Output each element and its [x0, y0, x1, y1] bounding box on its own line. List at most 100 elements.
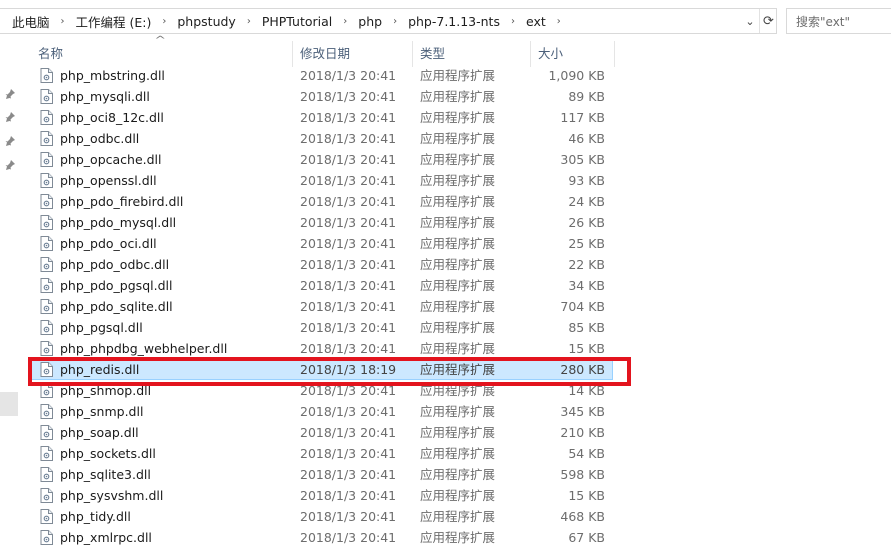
- column-name[interactable]: 名称: [38, 41, 63, 67]
- breadcrumb: 此电脑 › 工作编程 (E:) › phpstudy › PHPTutorial › php › p…: [8, 9, 568, 33]
- table-row[interactable]: php_pdo_firebird.dll 2018/1/3 20:41 应用程序扩展…: [28, 191, 613, 212]
- table-row[interactable]: php_sockets.dll 2018/1/3 20:41 应用程序扩展 54 KB: [28, 443, 613, 464]
- chevron-right-icon[interactable]: ›: [155, 16, 173, 27]
- pin-icon[interactable]: [4, 159, 16, 171]
- file-name: php_opcache.dll: [60, 152, 162, 167]
- column-divider[interactable]: [412, 41, 413, 67]
- column-size[interactable]: 大小: [538, 41, 563, 67]
- table-row[interactable]: php_pdo_mysql.dll 2018/1/3 20:41 应用程序扩展 26 …: [28, 212, 613, 233]
- file-date: 2018/1/3 20:41: [300, 131, 397, 146]
- dll-file-icon: [40, 89, 53, 104]
- file-name: php_pdo_firebird.dll: [60, 194, 184, 209]
- file-type: 应用程序扩展: [420, 215, 496, 230]
- table-row[interactable]: php_phpdbg_webhelper.dll 2018/1/3 20:41 应用…: [28, 338, 613, 359]
- dll-file-icon: [40, 194, 53, 209]
- table-row[interactable]: php_pdo_odbc.dll 2018/1/3 20:41 应用程序扩展 22 K…: [28, 254, 613, 275]
- table-row[interactable]: php_snmp.dll 2018/1/3 20:41 应用程序扩展 345 KB: [28, 401, 613, 422]
- dll-file-icon: [40, 530, 53, 545]
- table-row[interactable]: php_sysvshm.dll 2018/1/3 20:41 应用程序扩展 15 KB: [28, 485, 613, 506]
- file-date: 2018/1/3 20:41: [300, 236, 397, 251]
- table-row[interactable]: php_openssl.dll 2018/1/3 20:41 应用程序扩展 93 KB: [28, 170, 613, 191]
- file-size: 46 KB: [568, 131, 605, 146]
- file-size: 34 KB: [568, 278, 605, 293]
- file-size: 93 KB: [568, 173, 605, 188]
- breadcrumb-item[interactable]: php-7.1.13-nts ›: [404, 9, 522, 33]
- breadcrumb-label: 工作编程 (E:): [75, 14, 152, 30]
- table-row[interactable]: php_soap.dll 2018/1/3 20:41 应用程序扩展 210 KB: [28, 422, 613, 443]
- column-divider[interactable]: [530, 41, 531, 67]
- table-row[interactable]: php_sqlite3.dll 2018/1/3 20:41 应用程序扩展 598 K…: [28, 464, 613, 485]
- table-row[interactable]: php_pdo_oci.dll 2018/1/3 20:41 应用程序扩展 25 KB: [28, 233, 613, 254]
- file-date: 2018/1/3 20:41: [300, 446, 397, 461]
- file-type: 应用程序扩展: [420, 68, 496, 83]
- file-size: 54 KB: [568, 446, 605, 461]
- breadcrumb-item[interactable]: ext ›: [522, 9, 568, 33]
- file-name: php_pgsql.dll: [60, 320, 143, 335]
- file-name: php_phpdbg_webhelper.dll: [60, 341, 228, 356]
- file-size: 468 KB: [560, 509, 605, 524]
- file-size: 67 KB: [568, 530, 605, 545]
- chevron-right-icon[interactable]: ›: [54, 16, 72, 27]
- table-row[interactable]: php_opcache.dll 2018/1/3 20:41 应用程序扩展 305 K…: [28, 149, 613, 170]
- breadcrumb-item[interactable]: 工作编程 (E:) ›: [72, 9, 174, 33]
- chevron-right-icon[interactable]: ›: [504, 16, 522, 27]
- table-row[interactable]: php_tidy.dll 2018/1/3 20:41 应用程序扩展 468 KB: [28, 506, 613, 527]
- file-name: php_shmop.dll: [60, 383, 152, 398]
- file-date: 2018/1/3 20:41: [300, 152, 397, 167]
- dll-file-icon: [40, 215, 53, 230]
- table-row[interactable]: php_pdo_sqlite.dll 2018/1/3 20:41 应用程序扩展 70…: [28, 296, 613, 317]
- file-type: 应用程序扩展: [420, 278, 496, 293]
- table-row[interactable]: php_xmlrpc.dll 2018/1/3 20:41 应用程序扩展 67 KB: [28, 527, 613, 548]
- file-size: 15 KB: [568, 341, 605, 356]
- file-size: 598 KB: [560, 467, 605, 482]
- file-type: 应用程序扩展: [420, 341, 496, 356]
- breadcrumb-item[interactable]: php ›: [354, 9, 404, 33]
- table-row[interactable]: php_pdo_pgsql.dll 2018/1/3 20:41 应用程序扩展 34 …: [28, 275, 613, 296]
- file-name: php_oci8_12c.dll: [60, 110, 164, 125]
- chevron-right-icon[interactable]: ›: [550, 16, 568, 27]
- chevron-right-icon[interactable]: ›: [336, 16, 354, 27]
- table-row[interactable]: php_mbstring.dll 2018/1/3 20:41 应用程序扩展 1,09…: [28, 65, 613, 86]
- table-row-selected[interactable]: php_redis.dll 2018/1/3 18:19 应用程序扩展 280 KB: [28, 359, 613, 380]
- refresh-icon: ⟳: [763, 13, 774, 29]
- file-type: 应用程序扩展: [420, 110, 496, 125]
- breadcrumb-item[interactable]: PHPTutorial ›: [258, 9, 354, 33]
- dll-file-icon: [40, 110, 53, 125]
- column-date[interactable]: 修改日期: [300, 41, 350, 67]
- table-row[interactable]: php_pgsql.dll 2018/1/3 20:41 应用程序扩展 85 KB: [28, 317, 613, 338]
- breadcrumb-item[interactable]: phpstudy ›: [173, 9, 257, 33]
- file-date: 2018/1/3 20:41: [300, 110, 397, 125]
- dll-file-icon: [40, 299, 53, 314]
- pin-icon[interactable]: [4, 88, 16, 100]
- search-input[interactable]: 搜索"ext": [786, 8, 891, 34]
- file-size: 345 KB: [560, 404, 605, 419]
- dll-file-icon: [40, 152, 53, 167]
- chevron-right-icon[interactable]: ›: [386, 16, 404, 27]
- file-type: 应用程序扩展: [420, 299, 496, 314]
- chevron-right-icon[interactable]: ›: [240, 16, 258, 27]
- pin-icon[interactable]: [4, 135, 16, 147]
- navigation-pane: [0, 40, 22, 555]
- nav-selected-item[interactable]: [0, 392, 18, 416]
- file-date: 2018/1/3 18:19: [300, 362, 397, 377]
- column-divider[interactable]: [292, 41, 293, 67]
- file-size: 210 KB: [560, 425, 605, 440]
- pin-icon[interactable]: [4, 111, 16, 123]
- breadcrumb-item[interactable]: 此电脑 ›: [8, 9, 72, 33]
- refresh-button[interactable]: ⟳: [759, 9, 777, 33]
- file-name: php_redis.dll: [60, 362, 140, 377]
- address-bar[interactable]: 此电脑 › 工作编程 (E:) › phpstudy › PHPTutorial › php › p…: [0, 8, 777, 34]
- column-type[interactable]: 类型: [420, 41, 445, 67]
- table-row[interactable]: php_shmop.dll 2018/1/3 20:41 应用程序扩展 14 KB: [28, 380, 613, 401]
- table-row[interactable]: php_mysqli.dll 2018/1/3 20:41 应用程序扩展 89 KB: [28, 86, 613, 107]
- file-date: 2018/1/3 20:41: [300, 425, 397, 440]
- chevron-down-icon: ⌄: [745, 14, 755, 28]
- table-row[interactable]: php_odbc.dll 2018/1/3 20:41 应用程序扩展 46 KB: [28, 128, 613, 149]
- breadcrumb-label: phpstudy: [177, 13, 236, 29]
- file-type: 应用程序扩展: [420, 89, 496, 104]
- address-dropdown-button[interactable]: ⌄: [741, 9, 759, 33]
- breadcrumb-label: PHPTutorial: [261, 13, 333, 29]
- file-date: 2018/1/3 20:41: [300, 68, 397, 83]
- table-row[interactable]: php_oci8_12c.dll 2018/1/3 20:41 应用程序扩展 117 …: [28, 107, 613, 128]
- column-divider[interactable]: [614, 41, 615, 67]
